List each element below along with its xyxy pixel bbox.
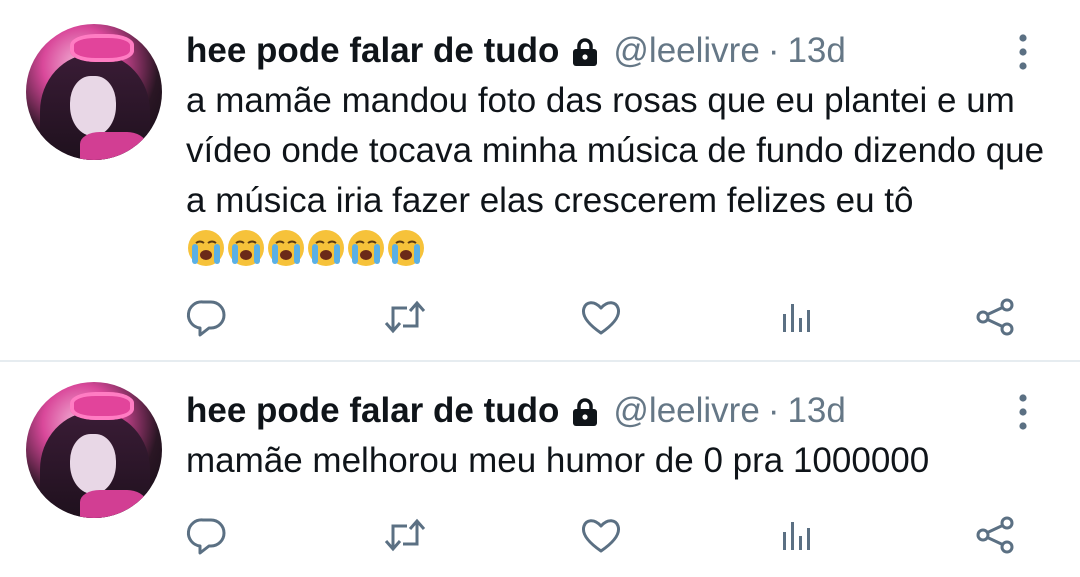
- avatar[interactable]: [26, 382, 162, 518]
- separator: ·: [767, 31, 780, 70]
- tweet-actions: [0, 512, 1080, 562]
- share-button[interactable]: [972, 294, 1018, 340]
- loudly-crying-face-icon: [186, 228, 226, 268]
- share-button[interactable]: [972, 512, 1018, 558]
- emoji-group: [186, 228, 426, 270]
- tweet-text-content: a mamãe mandou foto das rosas que eu pla…: [186, 81, 1054, 220]
- avatar-face: [70, 434, 116, 494]
- avatar-face: [70, 76, 116, 136]
- reply-icon: [186, 518, 226, 555]
- avatar[interactable]: [26, 24, 162, 160]
- handle[interactable]: @leelivre: [613, 31, 759, 71]
- loudly-crying-face-icon: [226, 228, 266, 268]
- timestamp[interactable]: 13d: [787, 391, 845, 431]
- heart-icon: [582, 301, 620, 335]
- analytics-button[interactable]: [774, 294, 820, 340]
- tweet-text-content: mamãe melhorou meu humor de 0 pra 100000…: [186, 441, 930, 480]
- retweet-button[interactable]: [382, 294, 428, 340]
- more-options-icon[interactable]: [1012, 30, 1034, 74]
- retweet-icon: [384, 518, 426, 552]
- separator: ·: [767, 391, 780, 430]
- display-name[interactable]: hee pode falar de tudo: [186, 31, 559, 71]
- avatar-bow: [70, 34, 134, 62]
- retweet-button[interactable]: [382, 512, 428, 558]
- share-icon: [976, 516, 1014, 554]
- loudly-crying-face-icon: [386, 228, 426, 268]
- display-name[interactable]: hee pode falar de tudo: [186, 391, 559, 431]
- lock-icon: [571, 396, 599, 426]
- lock-icon: [571, 36, 599, 66]
- timestamp[interactable]: 13d: [787, 31, 845, 71]
- loudly-crying-face-icon: [266, 228, 306, 268]
- tweet-header: hee pode falar de tudo @leelivre · 13d: [186, 388, 846, 434]
- tweet[interactable]: hee pode falar de tudo @leelivre · 13d m…: [0, 362, 1080, 577]
- tweet[interactable]: hee pode falar de tudo @leelivre · 13d a…: [0, 0, 1080, 362]
- tweet-actions: [0, 294, 1080, 344]
- loudly-crying-face-icon: [346, 228, 386, 268]
- tweet-text: a mamãe mandou foto das rosas que eu pla…: [186, 76, 1066, 276]
- like-button[interactable]: [578, 512, 624, 558]
- reply-button[interactable]: [184, 294, 230, 340]
- heart-icon: [582, 519, 620, 553]
- share-icon: [976, 298, 1014, 336]
- analytics-button[interactable]: [774, 512, 820, 558]
- analytics-icon: [783, 522, 810, 550]
- reply-button[interactable]: [184, 512, 230, 558]
- tweet-header: hee pode falar de tudo @leelivre · 13d: [186, 28, 846, 74]
- tweet-text: mamãe melhorou meu humor de 0 pra 100000…: [186, 436, 1066, 486]
- avatar-bow: [70, 392, 134, 420]
- more-options-icon[interactable]: [1012, 390, 1034, 434]
- handle[interactable]: @leelivre: [613, 391, 759, 431]
- avatar-dress: [80, 132, 146, 160]
- analytics-icon: [783, 304, 810, 332]
- loudly-crying-face-icon: [306, 228, 346, 268]
- like-button[interactable]: [578, 294, 624, 340]
- retweet-icon: [384, 300, 426, 334]
- reply-icon: [186, 300, 226, 337]
